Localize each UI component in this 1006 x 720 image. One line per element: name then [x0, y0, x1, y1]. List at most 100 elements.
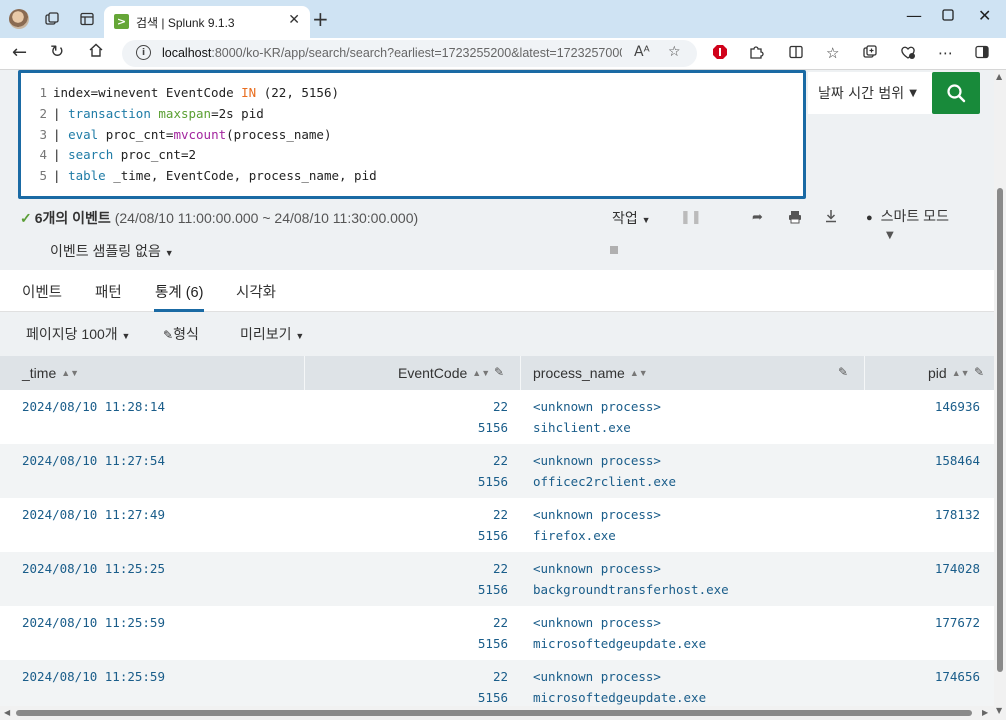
horizontal-scrollbar[interactable]: ◀ ▶ — [0, 706, 994, 720]
url-field[interactable]: i localhost:8000/ko-KR/app/search/search… — [122, 40, 697, 67]
event-sampling-menu[interactable]: 이벤트 샘플링 없음 ▼ — [50, 241, 174, 261]
search-button[interactable] — [932, 72, 980, 114]
process-name-cell[interactable]: <unknown process> microsoftedgeupdate.exe — [533, 666, 706, 708]
split-screen-icon[interactable] — [788, 44, 804, 64]
process-name-cell[interactable]: <unknown process> backgroundtransferhost.… — [533, 558, 729, 600]
job-menu[interactable]: 작업 ▼ — [612, 208, 651, 228]
eventcode-cell[interactable]: 22 5156 — [460, 558, 508, 600]
export-download-icon[interactable] — [824, 209, 838, 227]
eventcode-value[interactable]: 22 — [460, 450, 508, 471]
favorite-star-icon[interactable]: ☆ — [668, 44, 681, 60]
per-page-selector[interactable]: 페이지당 100개 ▼ — [26, 324, 130, 344]
back-arrow-icon[interactable]: ← — [12, 42, 27, 63]
read-aloud-icon[interactable]: Aᴬ — [634, 44, 650, 60]
more-options-icon[interactable]: ⋯ — [938, 44, 953, 62]
pid-cell[interactable]: 146936 — [900, 396, 980, 417]
search-query-editor[interactable]: 1 2 3 4 5 index=winevent EventCode IN (2… — [18, 70, 806, 199]
process-name-value[interactable]: <unknown process> — [533, 612, 706, 633]
edit-column-pencil-icon[interactable]: ✎ — [974, 365, 984, 379]
column-header-eventcode[interactable]: EventCode ▲▼ — [398, 356, 490, 390]
scroll-right-arrow-icon[interactable]: ▶ — [982, 708, 988, 717]
eventcode-cell[interactable]: 22 5156 — [460, 612, 508, 654]
process-name-cell[interactable]: <unknown process> sihclient.exe — [533, 396, 661, 438]
column-header-time[interactable]: _time ▲▼ — [22, 356, 79, 390]
process-name-value[interactable]: backgroundtransferhost.exe — [533, 579, 729, 600]
edit-column-pencil-icon[interactable]: ✎ — [838, 365, 848, 379]
share-icon[interactable]: ➦ — [752, 210, 763, 225]
process-name-value[interactable]: microsoftedgeupdate.exe — [533, 687, 706, 708]
time-cell[interactable]: 2024/08/10 11:28:14 — [22, 396, 165, 417]
process-name-cell[interactable]: <unknown process> officec2rclient.exe — [533, 450, 676, 492]
pid-cell[interactable]: 158464 — [900, 450, 980, 471]
time-cell[interactable]: 2024/08/10 11:27:49 — [22, 504, 165, 525]
process-name-value[interactable]: firefox.exe — [533, 525, 661, 546]
eventcode-value[interactable]: 22 — [460, 612, 508, 633]
scroll-up-arrow-icon[interactable]: ▲ — [996, 72, 1002, 81]
maximize-icon[interactable] — [942, 6, 954, 25]
browser-tab-active[interactable]: > 검색 | Splunk 9.1.3 ✕ — [104, 6, 310, 38]
process-name-value[interactable]: <unknown process> — [533, 450, 676, 471]
refresh-icon[interactable]: ↻ — [50, 42, 64, 62]
new-tab-plus-icon[interactable]: + — [312, 7, 329, 31]
tab-patterns[interactable]: 패턴 — [95, 281, 122, 302]
pid-cell[interactable]: 177672 — [900, 612, 980, 633]
eventcode-value[interactable]: 22 — [460, 558, 508, 579]
collections-icon[interactable] — [862, 44, 878, 64]
site-info-icon[interactable]: i — [136, 45, 151, 60]
eventcode-value[interactable]: 22 — [460, 504, 508, 525]
time-cell[interactable]: 2024/08/10 11:25:59 — [22, 666, 165, 687]
eventcode-value[interactable]: 22 — [460, 666, 508, 687]
eventcode-cell[interactable]: 22 5156 — [460, 396, 508, 438]
pause-icon[interactable]: ❚❚ — [680, 210, 702, 225]
process-name-value[interactable]: <unknown process> — [533, 666, 706, 687]
process-name-cell[interactable]: <unknown process> firefox.exe — [533, 504, 661, 546]
eventcode-value[interactable]: 5156 — [460, 471, 508, 492]
time-cell[interactable]: 2024/08/10 11:27:54 — [22, 450, 165, 471]
print-icon[interactable] — [788, 210, 802, 228]
process-name-value[interactable]: microsoftedgeupdate.exe — [533, 633, 706, 654]
caret-down-icon[interactable]: ▼ — [886, 230, 894, 241]
process-name-value[interactable]: sihclient.exe — [533, 417, 661, 438]
process-name-value[interactable]: <unknown process> — [533, 558, 729, 579]
scroll-down-arrow-icon[interactable]: ▼ — [996, 706, 1002, 715]
process-name-value[interactable]: <unknown process> — [533, 504, 661, 525]
process-name-cell[interactable]: <unknown process> microsoftedgeupdate.exe — [533, 612, 706, 654]
favorites-icon[interactable]: ☆ — [826, 44, 839, 62]
pid-cell[interactable]: 178132 — [900, 504, 980, 525]
tab-visualization[interactable]: 시각화 — [236, 281, 276, 302]
eventcode-value[interactable]: 5156 — [460, 687, 508, 708]
eventcode-cell[interactable]: 22 5156 — [460, 450, 508, 492]
scroll-left-arrow-icon[interactable]: ◀ — [4, 708, 10, 717]
tab-close-icon[interactable]: ✕ — [288, 12, 300, 28]
adblock-extension-icon[interactable] — [712, 44, 728, 64]
browser-essentials-icon[interactable] — [900, 44, 916, 64]
eventcode-value[interactable]: 5156 — [460, 579, 508, 600]
scrollbar-thumb[interactable] — [997, 188, 1003, 672]
edit-column-pencil-icon[interactable]: ✎ — [494, 365, 504, 379]
extensions-puzzle-icon[interactable] — [748, 44, 764, 64]
preview-selector[interactable]: 미리보기 ▼ — [240, 324, 304, 344]
column-header-process-name[interactable]: process_name ▲▼ — [533, 356, 648, 390]
process-name-value[interactable]: <unknown process> — [533, 396, 661, 417]
profile-avatar[interactable] — [9, 9, 29, 29]
vertical-scrollbar[interactable]: ▲ ▼ — [994, 70, 1006, 720]
stop-icon[interactable] — [610, 246, 618, 254]
eventcode-cell[interactable]: 22 5156 — [460, 666, 508, 708]
close-window-icon[interactable]: ✕ — [978, 6, 991, 25]
search-mode-selector[interactable]: ● 스마트 모드 — [866, 206, 949, 226]
time-cell[interactable]: 2024/08/10 11:25:25 — [22, 558, 165, 579]
format-button[interactable]: ✎형식 — [163, 324, 199, 344]
process-name-value[interactable]: officec2rclient.exe — [533, 471, 676, 492]
tab-events[interactable]: 이벤트 — [22, 281, 62, 302]
eventcode-value[interactable]: 5156 — [460, 525, 508, 546]
eventcode-cell[interactable]: 22 5156 — [460, 504, 508, 546]
time-range-picker[interactable]: 날짜 시간 범위 ▼ — [808, 72, 932, 114]
copilot-sidebar-icon[interactable] — [974, 44, 990, 64]
pid-cell[interactable]: 174656 — [900, 666, 980, 687]
tab-actions-icon[interactable] — [77, 9, 97, 29]
eventcode-value[interactable]: 5156 — [460, 417, 508, 438]
eventcode-value[interactable]: 22 — [460, 396, 508, 417]
workspaces-icon[interactable] — [42, 9, 62, 29]
eventcode-value[interactable]: 5156 — [460, 633, 508, 654]
column-header-pid[interactable]: pid ▲▼ — [928, 356, 970, 390]
